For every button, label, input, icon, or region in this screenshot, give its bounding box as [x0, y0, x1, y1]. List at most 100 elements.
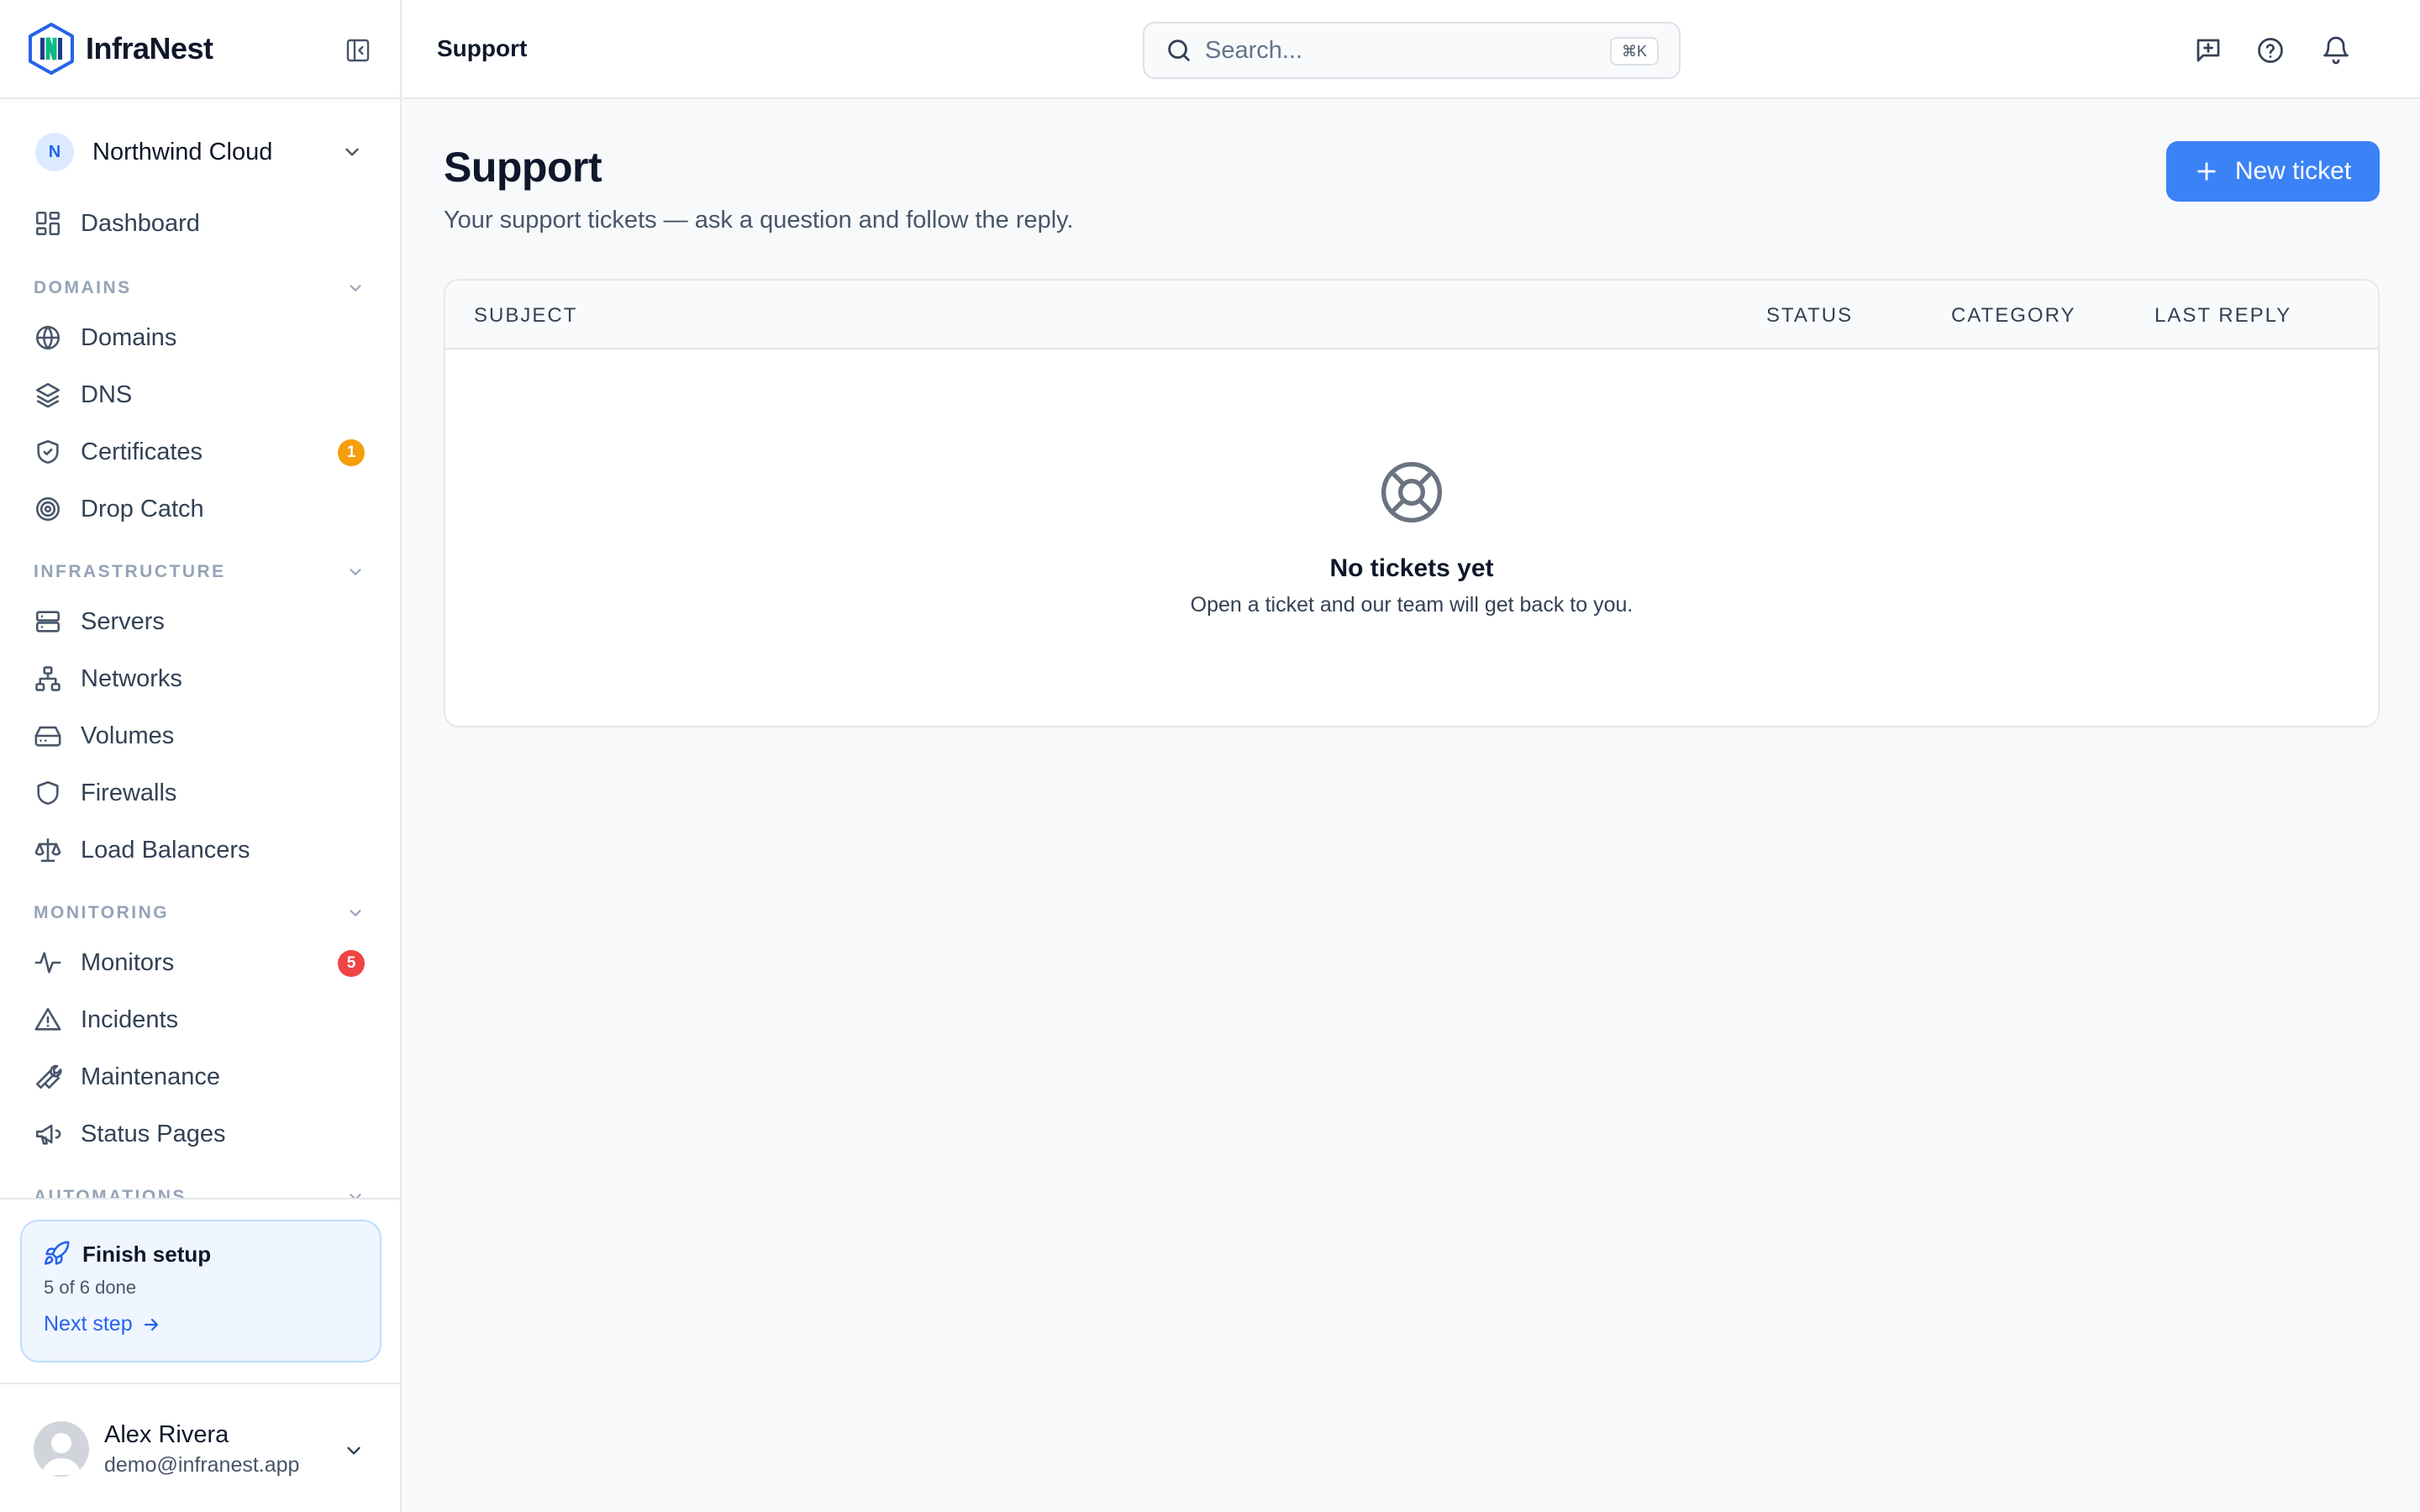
org-avatar: N	[35, 133, 74, 171]
column-status[interactable]: STATUS	[1766, 304, 1853, 328]
user-name: Alex Rivera	[104, 1421, 229, 1448]
sidebar-item-maintenance[interactable]: Maintenance	[34, 1053, 370, 1100]
section-label: DOMAINS	[34, 278, 132, 297]
next-step-label: Next step	[44, 1312, 133, 1336]
user-email: demo@infranest.app	[104, 1453, 300, 1477]
search-input[interactable]	[1205, 36, 1608, 65]
column-category[interactable]: CATEGORY	[1951, 304, 2075, 328]
sidebar-item-label: Dashboard	[81, 209, 200, 237]
arrow-right-icon	[144, 1318, 158, 1331]
shield-check-icon	[37, 439, 59, 465]
sidebar-item-label: Networks	[81, 664, 182, 692]
breadcrumb: Support	[437, 35, 528, 61]
sidebar-nav[interactable]: Dashboard DOMAINS Domains DNS Certificat…	[0, 200, 402, 1198]
sidebar-item-label: Firewalls	[81, 779, 177, 806]
sidebar-item-monitors[interactable]: Monitors 5	[34, 939, 370, 986]
sidebar-item-label: Maintenance	[81, 1063, 221, 1090]
chevron-down-icon	[350, 910, 361, 916]
column-last-reply[interactable]: LAST REPLY	[2154, 304, 2291, 328]
sidebar-item-label: Volumes	[81, 722, 175, 749]
org-name: Northwind Cloud	[92, 138, 273, 165]
sidebar-item-label: DNS	[81, 381, 133, 408]
section-infrastructure[interactable]: INFRASTRUCTURE	[34, 559, 370, 585]
hard-drive-icon	[34, 726, 61, 747]
sidebar-item-label: Drop Catch	[81, 495, 204, 522]
section-monitoring[interactable]: MONITORING	[34, 900, 370, 926]
wrench-icon	[35, 1064, 62, 1089]
sidebar-item-networks[interactable]: Networks	[34, 655, 370, 702]
empty-state-subtitle: Open a ticket and our team will get back…	[1190, 593, 1634, 617]
sidebar-collapse-icon[interactable]	[345, 37, 371, 64]
topbar: Support ⌘K	[403, 0, 2420, 99]
sidebar-item-domains[interactable]: Domains	[34, 314, 370, 361]
finish-setup-card[interactable]: Finish setup 5 of 6 done Next step	[20, 1220, 381, 1362]
server-icon	[35, 611, 60, 633]
section-label: INFRASTRUCTURE	[34, 562, 226, 581]
sidebar-item-certificates[interactable]: Certificates 1	[34, 428, 370, 475]
setup-title: Finish setup	[82, 1242, 212, 1267]
page-subtitle: Your support tickets — ask a question an…	[444, 207, 1074, 234]
chevron-down-icon	[350, 285, 361, 291]
sidebar-item-status-pages[interactable]: Status Pages	[34, 1110, 370, 1158]
scale-icon	[34, 837, 61, 863]
user-menu[interactable]: Alex Rivera demo@infranest.app	[0, 1383, 402, 1512]
target-icon	[35, 496, 60, 522]
shield-icon	[37, 780, 59, 806]
alert-triangle-icon	[34, 1007, 61, 1031]
section-automations[interactable]: AUTOMATIONS	[34, 1184, 370, 1198]
certificates-count-badge: 1	[338, 439, 365, 466]
plus-icon	[2197, 162, 2216, 181]
infranest-logo-icon	[29, 23, 74, 75]
chevron-down-icon	[350, 1194, 361, 1198]
sidebar-item-drop-catch[interactable]: Drop Catch	[34, 486, 370, 533]
chevron-down-icon	[345, 148, 359, 156]
megaphone-icon	[35, 1124, 61, 1145]
sidebar-item-label: Domains	[81, 323, 177, 351]
dashboard-icon	[35, 211, 60, 236]
network-icon	[35, 666, 60, 691]
sidebar-item-servers[interactable]: Servers	[34, 598, 370, 645]
sidebar-item-label: Certificates	[81, 438, 203, 465]
bell-icon[interactable]	[2321, 35, 2351, 66]
sidebar-item-volumes[interactable]: Volumes	[34, 712, 370, 759]
rocket-icon	[44, 1241, 70, 1265]
section-label: MONITORING	[34, 903, 170, 922]
section-domains[interactable]: DOMAINS	[34, 276, 370, 301]
sidebar-item-dashboard[interactable]: Dashboard	[34, 200, 370, 247]
feedback-icon[interactable]	[2193, 35, 2223, 66]
sidebar-item-firewalls[interactable]: Firewalls	[34, 769, 370, 816]
help-circle-icon[interactable]	[2255, 35, 2286, 66]
section-label: AUTOMATIONS	[34, 1187, 187, 1198]
sidebar-item-label: Monitors	[81, 948, 175, 976]
next-step-link[interactable]: Next step	[44, 1312, 161, 1336]
search-box[interactable]: ⌘K	[1143, 22, 1681, 79]
monitors-count-badge: 5	[338, 950, 365, 977]
sidebar-item-dns[interactable]: DNS	[34, 371, 370, 418]
setup-progress: 5 of 6 done	[44, 1277, 137, 1298]
life-buoy-icon	[1381, 462, 1442, 522]
search-shortcut-hint: ⌘K	[1609, 37, 1659, 66]
globe-icon	[35, 325, 60, 350]
chevron-down-icon	[350, 569, 361, 575]
column-subject[interactable]: SUBJECT	[474, 304, 577, 328]
new-ticket-label: New ticket	[2234, 157, 2352, 185]
activity-icon	[34, 952, 61, 974]
sidebar-item-label: Status Pages	[81, 1120, 226, 1147]
org-switcher[interactable]: N Northwind Cloud	[35, 131, 371, 173]
brand: InfraNest	[0, 0, 402, 99]
new-ticket-button[interactable]: New ticket	[2166, 141, 2380, 202]
search-icon	[1168, 39, 1190, 61]
sidebar: InfraNest N Northwind Cloud Dashboard DO…	[0, 0, 402, 1512]
chevron-down-icon	[347, 1446, 360, 1455]
sidebar-item-incidents[interactable]: Incidents	[34, 996, 370, 1043]
empty-state-title: No tickets yet	[1329, 554, 1494, 582]
brand-name: InfraNest	[86, 31, 213, 66]
layers-icon	[35, 382, 60, 408]
page-title: Support	[444, 144, 602, 191]
table-header: SUBJECT STATUS CATEGORY LAST REPLY	[445, 281, 2378, 349]
sidebar-item-label: Incidents	[81, 1005, 179, 1033]
sidebar-item-load-balancers[interactable]: Load Balancers	[34, 827, 370, 874]
user-silhouette-icon	[42, 1433, 81, 1475]
avatar	[34, 1421, 89, 1477]
sidebar-item-label: Servers	[81, 607, 165, 635]
